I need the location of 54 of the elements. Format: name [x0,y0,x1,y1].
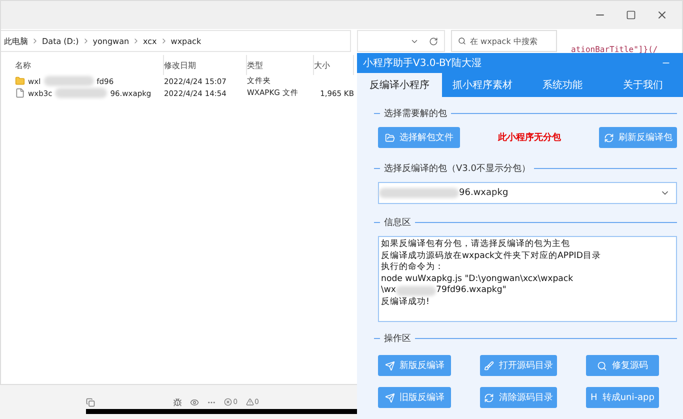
warning-icon [246,398,254,406]
section-title: 选择需要解的包 [384,108,447,120]
navigation-arrow-icon [384,392,394,402]
window-title: 小程序助手V3.0-BY陆大湿 [363,56,482,70]
blurred-text-mask [44,76,94,86]
eye-icon[interactable] [190,398,200,406]
error-icon [224,398,232,406]
log-line: 79fd96.wxapkg" [436,285,506,297]
breadcrumb-item[interactable]: Data (D:) [42,36,79,46]
breadcrumb-item[interactable]: wxpack [170,36,202,46]
breadcrumb-item[interactable]: xcx [143,36,157,46]
address-bar[interactable]: 此电脑 Data (D:) yongwan xcx wxpack [1,30,351,52]
refresh-icon[interactable] [429,36,438,46]
section-title: 操作区 [384,332,411,344]
folder-icon [384,132,394,142]
close-icon[interactable] [656,9,668,21]
folder-icon [15,76,25,86]
notice-text: 此小程序无分包 [498,131,561,144]
log-line: 执行的命令为： [381,262,444,274]
log-line: node wuWxapkg.js "D:\yongwan\xcx\wxpack [381,274,574,286]
log-line: 反编译成功! [381,296,430,309]
package-select[interactable]: 96.wxapkg [378,182,677,204]
section-title: 选择反编译的包（V3.0不显示分包） [384,162,530,174]
section-title: 信息区 [384,216,411,228]
refresh-icon [484,392,494,402]
tab[interactable]: 抓小程序素材 [442,73,523,97]
tab[interactable]: 关于我们 [602,73,683,97]
log-line: 反编译成功源码放在wxpack文件夹下对应的APPID目录 [381,250,601,262]
tab[interactable]: 系统功能 [522,73,603,97]
search-icon [597,360,607,370]
column-header[interactable]: 修改日期 [164,55,247,75]
chevron-icon [31,37,39,45]
blurred-text-mask [55,88,108,98]
letter-glyph: H [590,392,598,402]
log-line: 如果反编译包有分包，请选择反编译的包为主包 [381,239,570,250]
code-text: ationBarTitle"]}(/ [571,44,658,54]
bug-icon[interactable] [173,398,182,406]
tab[interactable]: 反编译小程序 [357,73,442,97]
copy-icon[interactable] [86,398,95,406]
navigation-arrow-icon [384,360,394,370]
column-header[interactable]: 大小 [314,55,354,75]
search-field[interactable]: 在 wxpack 中搜索 [451,30,557,52]
maximize-icon[interactable] [626,10,636,20]
breadcrumb-item[interactable]: yongwan [92,36,130,46]
search-icon [458,37,466,45]
log-line: \wx [381,285,396,297]
refresh-icon [604,132,614,142]
column-header[interactable]: 类型 [247,55,314,75]
column-header[interactable]: 名称 [15,55,164,75]
log-text-area[interactable]: 如果反编译包有分包，请选择反编译的包为主包 反编译成功源码放在wxpack文件夹下对应的APPID目录 执行的命令为： node wuWxapkg.js "D:\yongwan\xcx\wxpack \wx 79fd96.wxapkg" 反编译成功! [378,236,677,322]
breadcrumb-item[interactable]: 此电脑 [4,36,28,46]
file-icon [15,88,25,98]
brush-icon [484,360,494,370]
blurred-text-mask [396,286,436,296]
